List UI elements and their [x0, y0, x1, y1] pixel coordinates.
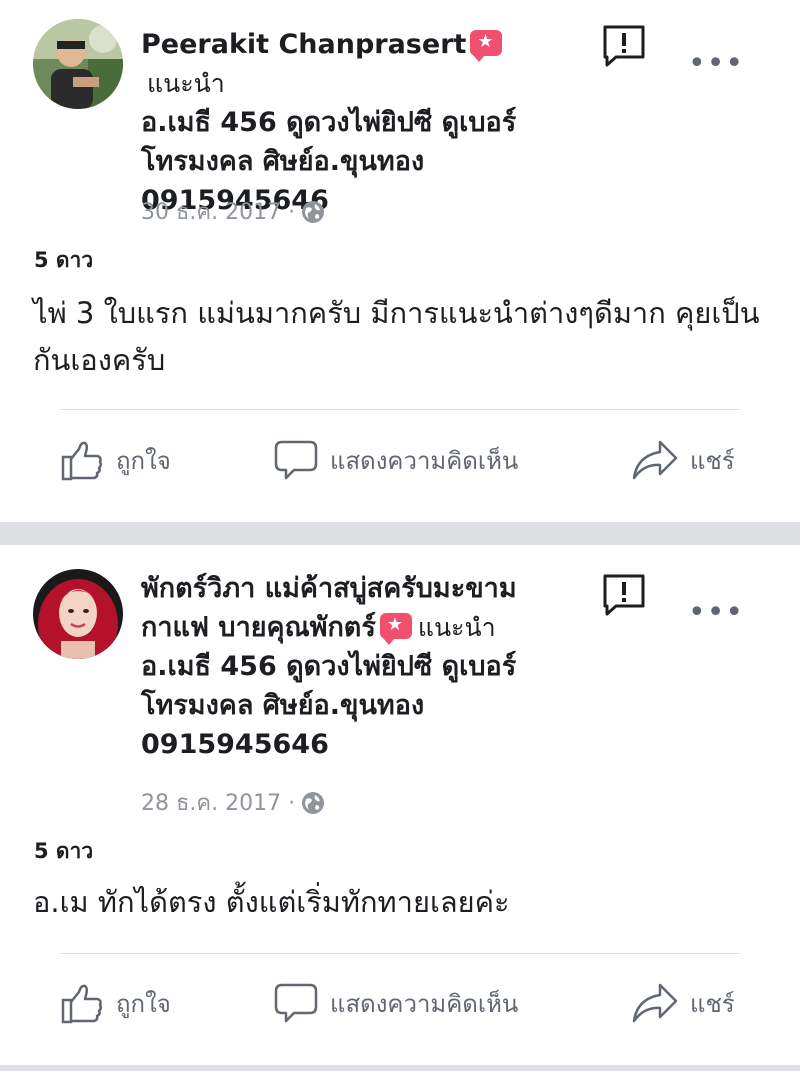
more-options-icon[interactable]: •••: [688, 49, 744, 79]
page-name-line2[interactable]: โทรมงคล ศิษย์อ.ขุนทอง: [141, 690, 424, 721]
recommend-label: แนะนำ: [417, 613, 496, 642]
rating-label: 5 ดาว: [34, 839, 94, 863]
share-icon: [632, 983, 678, 1023]
page-phone: 0915945646: [141, 729, 329, 760]
review-card: Peerakit Chanprasert แนะนำ อ.เมธี 456 ดูด…: [0, 0, 800, 522]
author-name-line2[interactable]: กาแฟ บายคุณพักตร์: [141, 612, 376, 643]
recommend-label: แนะนำ: [147, 69, 225, 98]
review-header: พักตร์วิภา แม่ค้าสบู่สครับมะขาม กาแฟ บาย…: [141, 569, 581, 764]
globe-icon: [302, 200, 325, 223]
like-label: ถูกใจ: [116, 989, 171, 1018]
globe-icon: [302, 791, 325, 814]
post-meta: 28 ธ.ค. 2017 ·: [141, 785, 325, 820]
review-card: พักตร์วิภา แม่ค้าสบู่สครับมะขาม กาแฟ บาย…: [0, 545, 800, 1071]
comment-icon: [274, 440, 318, 480]
post-date[interactable]: 28 ธ.ค. 2017 ·: [141, 785, 295, 820]
avatar[interactable]: [33, 19, 123, 109]
post-date[interactable]: 30 ธ.ค. 2017 ·: [141, 194, 295, 229]
report-icon[interactable]: [602, 24, 646, 68]
share-label: แชร์: [690, 989, 735, 1018]
like-button[interactable]: ถูกใจ: [60, 438, 171, 482]
rating-label: 5 ดาว: [34, 248, 94, 272]
recommend-icon: [379, 613, 412, 645]
page-name[interactable]: อ.เมธี 456 ดูดวงไพ่ยิปซี ดูเบอร์: [141, 107, 516, 138]
divider: [60, 953, 740, 954]
review-text: ไพ่ 3 ใบแรก แม่นมากครับ มีการแนะนำต่างๆด…: [33, 296, 760, 377]
avatar[interactable]: [33, 569, 123, 659]
like-button[interactable]: ถูกใจ: [60, 981, 171, 1025]
author-name[interactable]: พักตร์วิภา แม่ค้าสบู่สครับมะขาม: [141, 573, 517, 604]
thumbs-up-icon: [61, 441, 103, 481]
card-separator: [0, 522, 800, 545]
share-button[interactable]: แชร์: [632, 981, 735, 1025]
author-name[interactable]: Peerakit Chanprasert: [141, 29, 466, 60]
thumbs-up-icon: [61, 984, 103, 1024]
comment-label: แสดงความคิดเห็น: [330, 446, 519, 475]
review-header: Peerakit Chanprasert แนะนำ อ.เมธี 456 ดูด…: [141, 25, 581, 220]
comment-icon: [274, 983, 318, 1023]
card-separator: [0, 1065, 800, 1071]
divider: [60, 409, 740, 410]
comment-button[interactable]: แสดงความคิดเห็น: [274, 438, 518, 482]
page-name-line2[interactable]: โทรมงคล ศิษย์อ.ขุนทอง: [141, 146, 424, 177]
more-options-icon[interactable]: •••: [688, 598, 744, 628]
report-icon[interactable]: [602, 573, 646, 617]
review-text: อ.เม ทักได้ตรง ตั้งแต่เริ่มทักทายเลยค่ะ: [33, 885, 510, 919]
like-label: ถูกใจ: [116, 446, 171, 475]
share-icon: [632, 440, 678, 480]
page-name[interactable]: อ.เมธี 456 ดูดวงไพ่ยิปซี ดูเบอร์: [141, 651, 516, 682]
post-meta: 30 ธ.ค. 2017 ·: [141, 194, 325, 229]
share-label: แชร์: [690, 446, 735, 475]
recommend-icon: [470, 30, 503, 62]
comment-button[interactable]: แสดงความคิดเห็น: [274, 981, 518, 1025]
comment-label: แสดงความคิดเห็น: [330, 989, 519, 1018]
share-button[interactable]: แชร์: [632, 438, 735, 482]
